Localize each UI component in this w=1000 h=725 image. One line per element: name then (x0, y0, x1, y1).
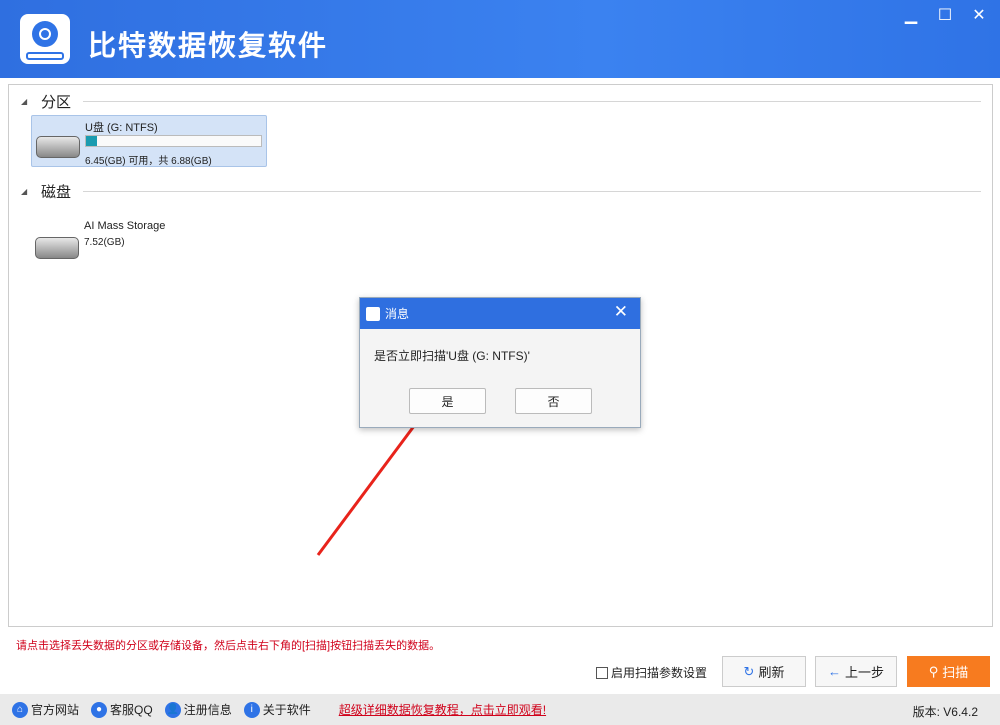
button-label: 上一步 (845, 662, 884, 681)
message-dialog: 消息 ✕ 是否立即扫描'U盘 (G: NTFS)' 是 否 (359, 297, 641, 428)
link-label: 注册信息 (184, 701, 232, 718)
home-icon: ⌂ (12, 702, 28, 718)
support-qq-link[interactable]: ●客服QQ (91, 701, 153, 718)
official-site-link[interactable]: ⌂官方网站 (12, 701, 79, 718)
footer: ⌂官方网站 ●客服QQ 👤注册信息 i关于软件 超级详细数据恢复教程，点击立即观… (0, 694, 1000, 725)
register-info-link[interactable]: 👤注册信息 (165, 701, 232, 718)
yes-button[interactable]: 是 (409, 388, 486, 414)
checkbox-label: 启用扫描参数设置 (611, 664, 707, 681)
refresh-icon: ↻ (744, 664, 755, 680)
qq-icon: ● (91, 702, 107, 718)
dialog-header: 消息 (360, 298, 640, 329)
button-label: 扫描 (942, 662, 968, 681)
dialog-message: 是否立即扫描'U盘 (G: NTFS)' (374, 347, 530, 364)
search-icon: ⚲ (929, 664, 939, 680)
hint-text: 请点击选择丢失数据的分区或存储设备，然后点击右下角的[扫描]按钮扫描丢失的数据。 (16, 637, 440, 653)
back-button[interactable]: ← 上一步 (815, 656, 897, 687)
scan-button[interactable]: ⚲扫描 (907, 656, 990, 687)
refresh-button[interactable]: ↻刷新 (722, 656, 806, 687)
scan-params-checkbox[interactable]: 启用扫描参数设置 (596, 664, 707, 681)
link-label: 官方网站 (31, 701, 79, 718)
dialog-title: 消息 (385, 305, 409, 322)
arrow-left-icon: ← (828, 664, 841, 679)
tutorial-link[interactable]: 超级详细数据恢复教程，点击立即观看! (339, 701, 546, 718)
link-label: 关于软件 (263, 701, 311, 718)
link-label: 客服QQ (110, 701, 153, 718)
no-button[interactable]: 否 (515, 388, 592, 414)
user-icon: 👤 (165, 702, 181, 718)
info-icon: i (244, 702, 260, 718)
dialog-close-icon[interactable]: ✕ (614, 302, 628, 322)
app-icon (366, 307, 380, 321)
about-link[interactable]: i关于软件 (244, 701, 311, 718)
version-label: 版本: V6.4.2 (913, 703, 978, 720)
button-label: 刷新 (758, 662, 784, 681)
